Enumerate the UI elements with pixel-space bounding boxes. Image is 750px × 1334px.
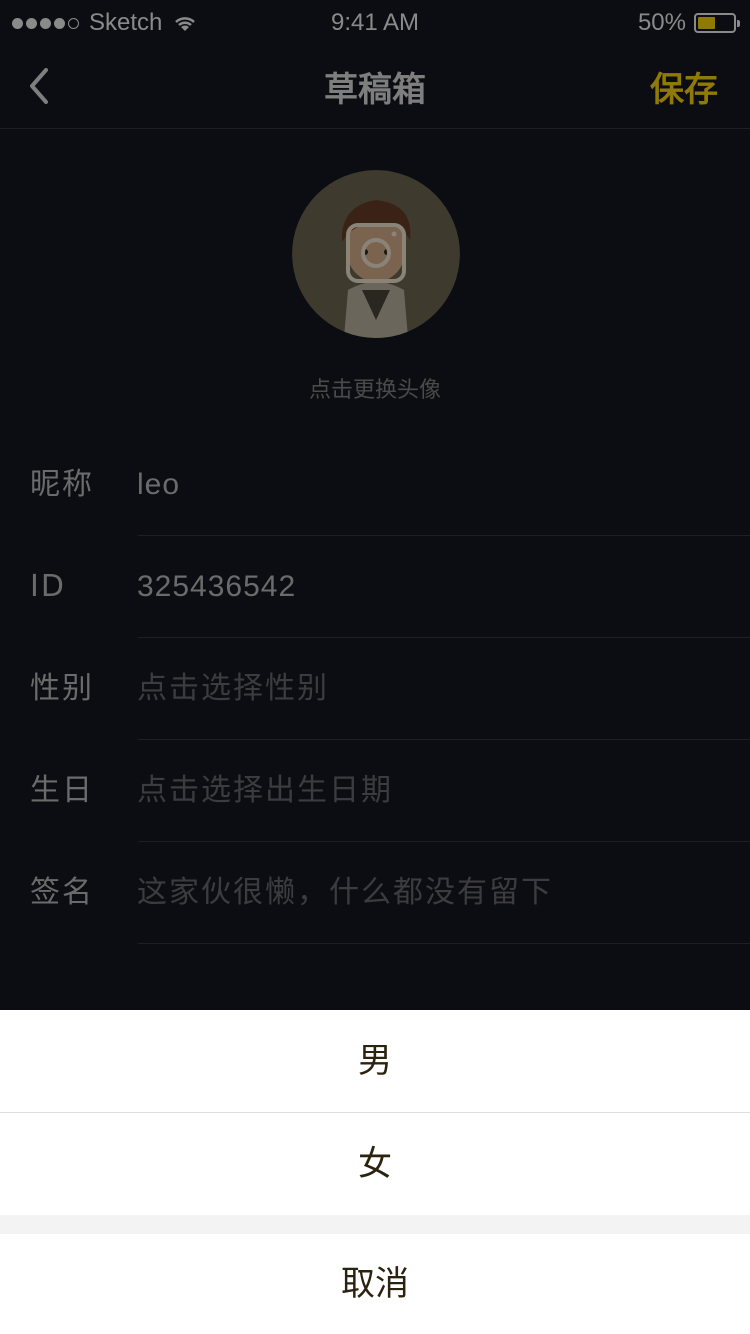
id-value: 325436542 — [137, 570, 297, 603]
birthday-row[interactable]: 生日 点击选择出生日期 — [0, 740, 750, 842]
gender-label: 性别 — [30, 671, 94, 706]
option-male-button[interactable]: 男 — [0, 1010, 750, 1112]
cancel-button[interactable]: 取消 — [0, 1234, 750, 1334]
status-bar-right: 50% — [637, 9, 740, 37]
signature-field[interactable]: 这家伙很懒，什么都没有留下 — [137, 842, 553, 944]
nickname-row[interactable]: 昵称 leo — [0, 434, 750, 536]
gender-action-sheet: 男 女 取消 — [0, 1010, 750, 1334]
battery-icon — [694, 13, 740, 33]
birthday-label: 生日 — [30, 773, 94, 808]
nickname-label: 昵称 — [30, 467, 94, 502]
id-label: ID — [30, 569, 66, 604]
gender-field[interactable]: 点击选择性别 — [137, 638, 329, 740]
page-title: 草稿箱 — [324, 70, 426, 110]
battery-percent: 50% — [637, 9, 686, 36]
id-row: ID 325436542 — [0, 536, 750, 638]
gender-row[interactable]: 性别 点击选择性别 — [0, 638, 750, 740]
nickname-field[interactable]: leo — [137, 434, 180, 536]
save-button[interactable]: 保存 — [650, 62, 718, 111]
avatar-button[interactable] — [292, 170, 460, 338]
divider — [138, 943, 750, 944]
birthday-field[interactable]: 点击选择出生日期 — [137, 740, 393, 842]
battery-fill — [698, 17, 715, 29]
signature-label: 签名 — [30, 875, 94, 910]
status-bar: Sketch 9:41 AM 50% — [0, 0, 750, 44]
camera-icon — [346, 223, 406, 283]
signature-row[interactable]: 签名 这家伙很懒，什么都没有留下 — [0, 842, 750, 944]
nav-bar: 草稿箱 保存 — [0, 44, 750, 129]
option-female-button[interactable]: 女 — [0, 1113, 750, 1215]
avatar-hint: 点击更换头像 — [308, 378, 441, 403]
